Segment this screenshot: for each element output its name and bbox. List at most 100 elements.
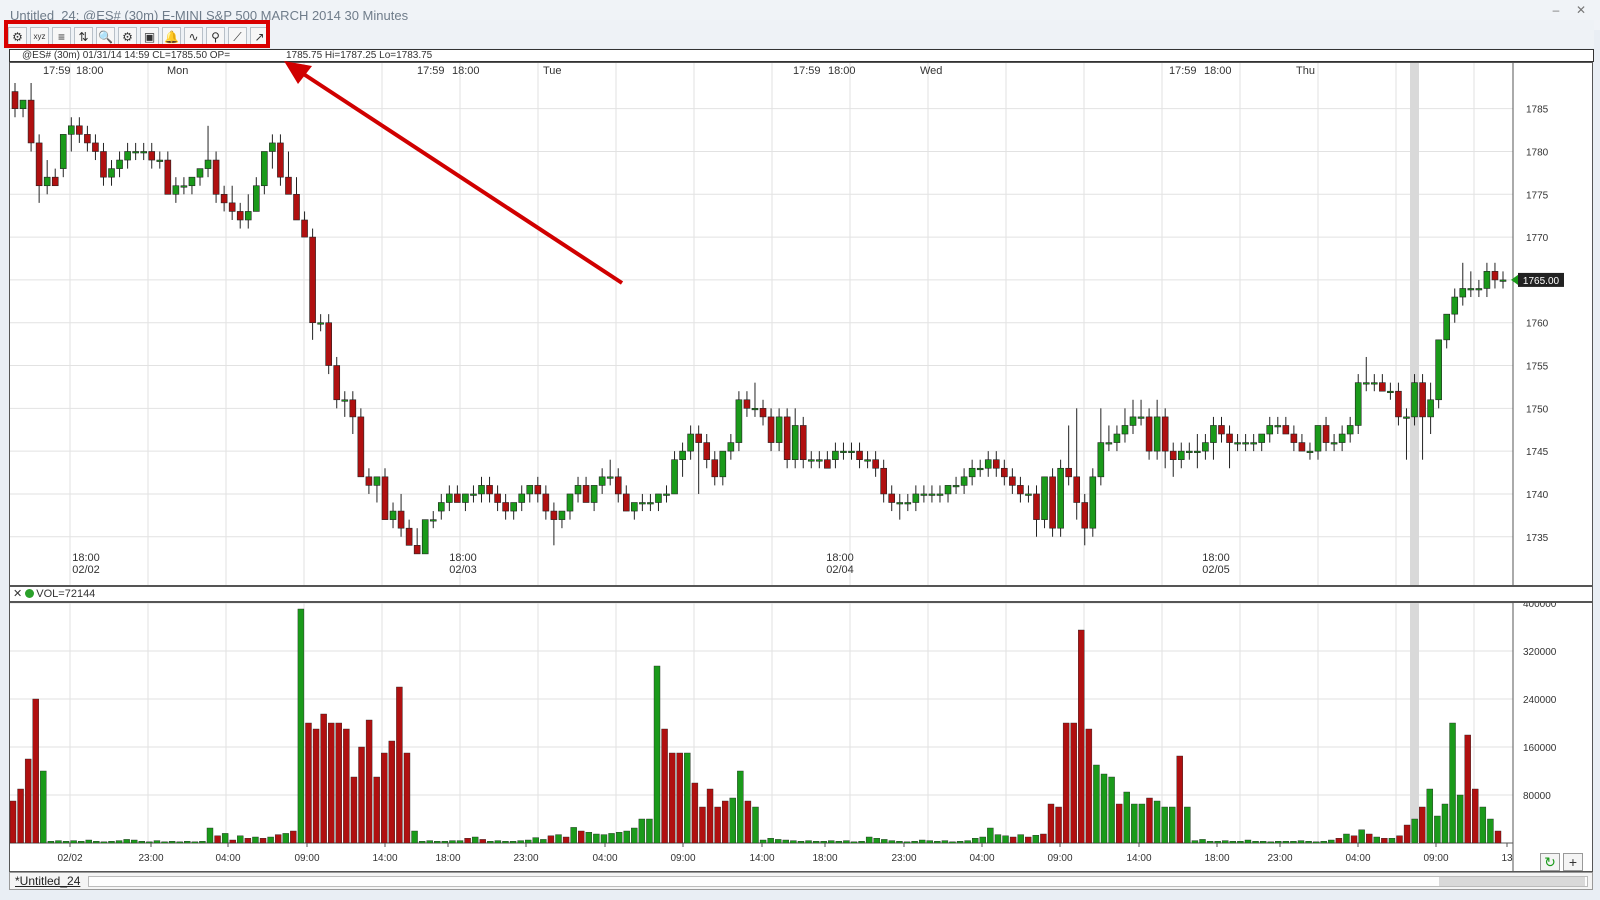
volume-bar-up [888, 840, 896, 844]
candle-up [936, 493, 944, 496]
volume-bar-down [1055, 806, 1062, 844]
candle-up [1210, 425, 1217, 443]
candle-up [252, 185, 260, 212]
vol-axis-tick: 160000 [1523, 743, 1557, 754]
candle-up [1121, 425, 1129, 435]
candle-down [1017, 485, 1024, 495]
candle-down [285, 176, 292, 195]
candle-up [1451, 296, 1459, 315]
vol-x-tick-label: 14:00 [372, 853, 397, 864]
zoom-in-icon[interactable]: + [1563, 853, 1583, 871]
candle-up [848, 450, 855, 453]
scrollbar-thumb[interactable] [1439, 877, 1585, 886]
candle-up [317, 322, 324, 325]
volume-bar-up [585, 831, 593, 844]
horizontal-scrollbar[interactable] [88, 876, 1588, 887]
candle-down [148, 151, 156, 161]
volume-bar-up [161, 841, 168, 844]
volume-bar-down [358, 746, 365, 844]
volume-bar-up [146, 841, 153, 844]
candle-up [1459, 288, 1467, 298]
candle-up [1105, 442, 1113, 445]
volume-bar-up [115, 840, 123, 844]
volume-bar-down [1335, 837, 1343, 844]
volume-bar-up [237, 835, 244, 844]
volume-bar-up [1328, 839, 1335, 844]
candle-up [156, 159, 164, 162]
volume-bar-up [972, 837, 979, 844]
volume-bar-down [32, 698, 39, 844]
volume-pane[interactable]: 80000 160000 240000 320000 400000 02/02 23:00 0… [9, 602, 1593, 872]
vol-x-tick-label: 23:00 [1267, 853, 1292, 864]
volume-bar-up [176, 841, 183, 844]
volume-bar-down [396, 686, 403, 844]
candle-down [759, 408, 767, 418]
volume-bar-down [1146, 797, 1153, 844]
volume-bar-up [752, 806, 759, 844]
candle-up [727, 442, 735, 452]
volume-bar-up [1169, 806, 1176, 844]
candle-up [1362, 382, 1370, 385]
price-pane[interactable]: 1735174017451750175517601765177017751780… [9, 62, 1593, 586]
volume-bar-up [775, 839, 782, 844]
candle-up [904, 502, 912, 505]
close-button[interactable]: ✕ [1570, 2, 1592, 18]
candle-up [261, 151, 268, 187]
candle-up [43, 176, 51, 187]
candle-up [518, 493, 526, 503]
close-study-icon[interactable]: ✕ [13, 588, 22, 600]
top-time-label: 18:00 [1204, 65, 1232, 77]
volume-bar-up [131, 839, 138, 844]
volume-bar-up [881, 839, 888, 844]
candle-down [333, 365, 341, 401]
volume-bar-up [653, 665, 661, 844]
volume-bar-down [1350, 835, 1358, 844]
volume-bar-up [40, 770, 47, 844]
candle-up [462, 493, 469, 503]
candle-down [1379, 382, 1386, 392]
symbol-info-text: @ES# (30m) 01/31/14 14:59 CL=1785.50 OP= [22, 50, 231, 61]
candle-up [108, 168, 115, 178]
volume-bar-up [1244, 839, 1252, 844]
volume-bar-up [47, 840, 55, 844]
volume-bar-up [858, 840, 865, 844]
volume-bar-up [1434, 815, 1441, 844]
volume-bar-up [540, 839, 547, 844]
candle-up [679, 450, 686, 461]
candle-down [1226, 433, 1233, 443]
candle-down [27, 99, 35, 144]
volume-bar-down [1381, 837, 1388, 844]
session-date-label: 02/04 [826, 564, 854, 576]
vol-x-tick-label: 23:00 [891, 853, 916, 864]
minimize-button[interactable]: – [1545, 2, 1567, 18]
price-axis-tick: 1780 [1526, 147, 1549, 158]
candle-up [1387, 390, 1394, 394]
candle-up [116, 159, 123, 169]
volume-bar-up [297, 608, 305, 844]
candle-up [1427, 399, 1434, 418]
candle-up [719, 450, 727, 478]
candle-down [550, 510, 558, 520]
candle-down [212, 159, 220, 195]
volume-bar-up [487, 840, 494, 844]
volume-bar-down [335, 722, 342, 844]
refresh-icon[interactable]: ↻ [1540, 853, 1560, 871]
volume-dot-icon [25, 589, 35, 598]
candle-down [1161, 416, 1169, 452]
volume-bar-down [290, 830, 297, 844]
volume-bar-up [1297, 840, 1305, 844]
candle-up [791, 425, 799, 461]
volume-bar-up [77, 840, 85, 844]
candle-up [204, 159, 212, 169]
vol-x-tick-label: 02/02 [57, 853, 82, 864]
sheet-tab[interactable]: *Untitled_24 [15, 874, 80, 888]
volume-bar-down [305, 722, 312, 844]
candle-down [11, 91, 19, 109]
session-time-label: 18:00 [72, 552, 100, 564]
candle-down [164, 159, 172, 195]
price-axis-tick: 1750 [1526, 404, 1549, 415]
volume-bar-up [62, 840, 70, 844]
volume-bar-up [911, 840, 918, 844]
volume-bar-up [1282, 840, 1290, 844]
volume-bar-down [365, 719, 373, 844]
